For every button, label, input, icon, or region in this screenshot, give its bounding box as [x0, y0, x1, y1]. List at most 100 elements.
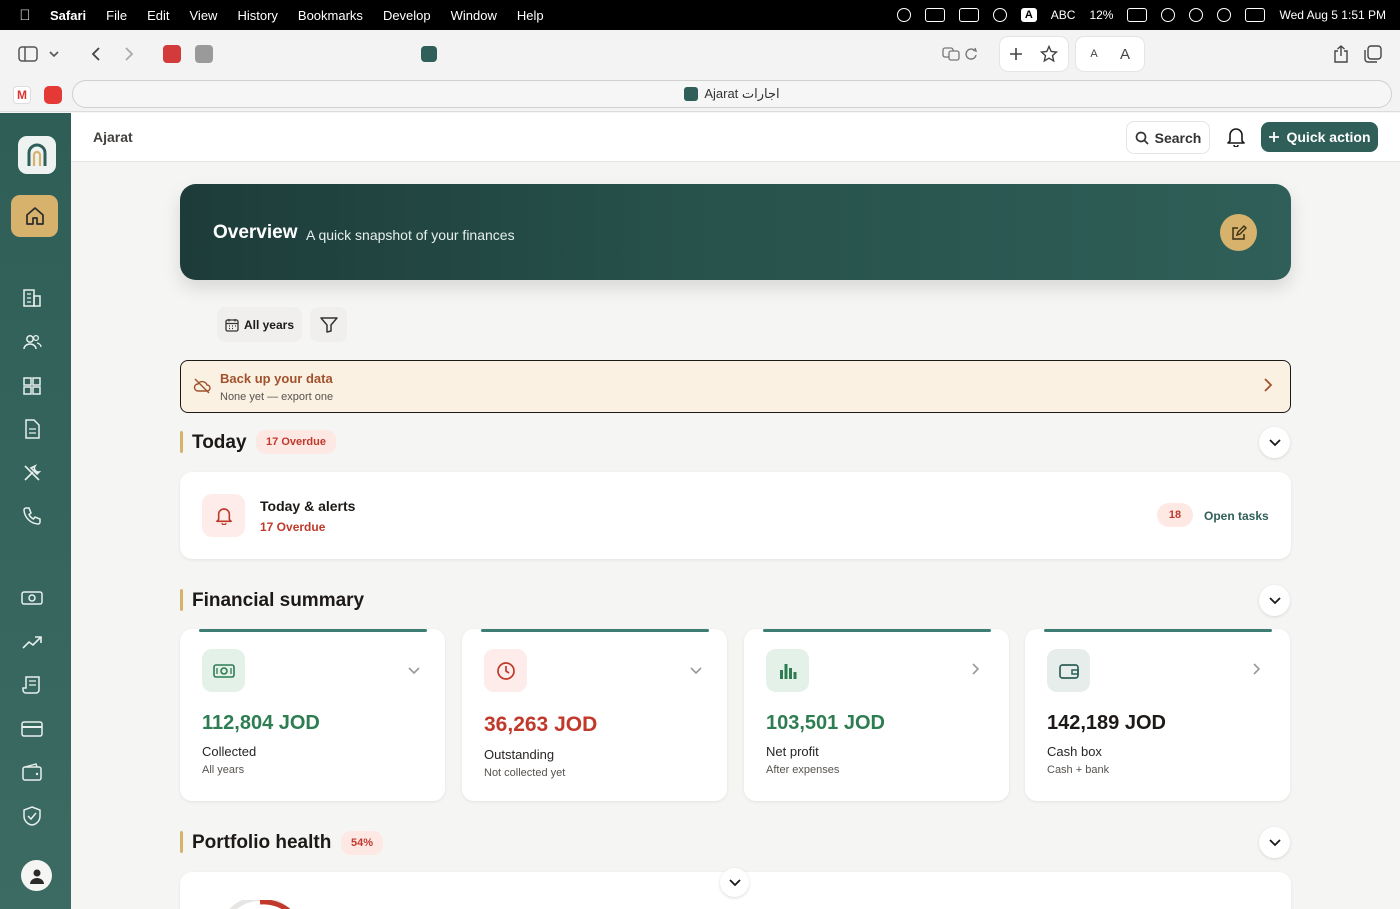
- trending-up-icon[interactable]: [21, 631, 43, 653]
- portfolio-section-title: Portfolio health: [192, 832, 332, 853]
- notifications-button[interactable]: [1224, 125, 1248, 149]
- menu-view[interactable]: View: [190, 8, 218, 23]
- year-filter-label: All years: [243, 317, 295, 332]
- chevron-down-icon: [1268, 438, 1281, 446]
- outstanding-card[interactable]: 36,263 JOD Outstanding Not collected yet: [462, 629, 727, 801]
- chevron-right-icon[interactable]: [972, 662, 980, 680]
- user-icon: [29, 869, 44, 884]
- chevron-down-icon: [1268, 596, 1281, 604]
- document-icon[interactable]: [21, 418, 43, 440]
- phone-icon[interactable]: [21, 505, 43, 527]
- open-tasks-link[interactable]: Open tasks: [1204, 509, 1269, 523]
- battery-percent[interactable]: 12%: [1089, 8, 1113, 22]
- control-center-icon[interactable]: [1245, 8, 1266, 22]
- translate-icon[interactable]: [940, 44, 962, 64]
- share-icon[interactable]: [1330, 44, 1352, 64]
- today-collapse-button[interactable]: [1259, 427, 1290, 458]
- menu-bookmarks[interactable]: Bookmarks: [298, 8, 363, 23]
- input-source-label[interactable]: ABC: [1051, 8, 1076, 22]
- nav-home[interactable]: [11, 195, 58, 237]
- extension-grey-icon[interactable]: [195, 45, 213, 63]
- wallet-icon[interactable]: [21, 761, 43, 783]
- portfolio-collapse-button[interactable]: [1259, 827, 1290, 858]
- extension-red-icon[interactable]: [163, 45, 181, 63]
- wifi-icon[interactable]: [1161, 8, 1176, 22]
- chart-icon: [766, 649, 809, 692]
- clock-icon: [484, 649, 527, 692]
- backup-banner[interactable]: Back up your data None yet — export one: [180, 360, 1291, 413]
- macos-menubar:  Safari File Edit View History Bookmark…: [0, 0, 1400, 30]
- apple-menu-icon[interactable]: : [0, 7, 50, 24]
- overview-banner: Overview A quick snapshot of your financ…: [180, 184, 1291, 280]
- alerts-card[interactable]: Today & alerts 17 Overdue 18 Open tasks: [180, 472, 1291, 559]
- input-source-icon[interactable]: A: [1020, 8, 1037, 22]
- year-filter-button[interactable]: All years: [217, 307, 302, 342]
- cash-box-card[interactable]: 142,189 JOD Cash box Cash + bank: [1025, 629, 1290, 801]
- address-bar[interactable]: Ajarat اجارات: [72, 80, 1392, 108]
- app-header: Ajarat Search Quick action: [71, 113, 1400, 162]
- reload-icon[interactable]: [960, 44, 982, 64]
- sidebar-toggle-icon[interactable]: [17, 44, 39, 64]
- menu-help[interactable]: Help: [517, 8, 544, 23]
- gmail-icon[interactable]: M: [13, 86, 31, 104]
- cash-icon[interactable]: [21, 587, 43, 609]
- app-logo-icon[interactable]: [18, 136, 56, 174]
- tab-favicon-icon[interactable]: [421, 46, 437, 62]
- grid-icon[interactable]: [21, 375, 43, 397]
- financial-collapse-button[interactable]: [1259, 585, 1290, 616]
- outstanding-value: 36,263 JOD: [484, 713, 598, 736]
- text-smaller-button[interactable]: A: [1083, 44, 1105, 64]
- tenants-icon[interactable]: [21, 331, 43, 353]
- tabs-overview-icon[interactable]: [1362, 44, 1384, 64]
- quick-action-button[interactable]: Quick action: [1261, 122, 1378, 152]
- money-icon: [202, 649, 245, 692]
- display-icon[interactable]: [924, 8, 945, 22]
- forward-icon[interactable]: [118, 44, 140, 64]
- menu-develop[interactable]: Develop: [383, 8, 431, 23]
- today-section-title: Today: [192, 432, 247, 453]
- cash-box-label: Cash box: [1047, 744, 1102, 759]
- collected-value: 112,804 JOD: [202, 712, 320, 734]
- quick-action-label: Quick action: [1286, 129, 1371, 145]
- financial-section-title: Financial summary: [192, 590, 365, 611]
- youtube-icon[interactable]: [44, 86, 62, 104]
- text-larger-button[interactable]: A: [1114, 44, 1136, 64]
- search-button[interactable]: Search: [1126, 121, 1210, 154]
- airdrop-icon[interactable]: [992, 8, 1007, 22]
- edit-icon: [1231, 224, 1247, 240]
- cash-box-value: 142,189 JOD: [1047, 712, 1166, 734]
- app-brand[interactable]: Ajarat: [93, 129, 133, 145]
- menu-file[interactable]: File: [106, 8, 127, 23]
- new-tab-icon[interactable]: [1005, 44, 1027, 64]
- time-machine-icon[interactable]: [1189, 8, 1204, 22]
- chevron-down-icon[interactable]: [690, 662, 702, 680]
- wallet-icon: [1047, 649, 1090, 692]
- user-avatar[interactable]: [21, 860, 52, 891]
- battery-icon[interactable]: [1127, 8, 1148, 22]
- receipt-icon[interactable]: [21, 674, 43, 696]
- scroll-down-button[interactable]: [720, 868, 749, 897]
- filter-button[interactable]: [310, 307, 347, 342]
- cloud-status-icon[interactable]: [896, 8, 911, 22]
- net-profit-card[interactable]: 103,501 JOD Net profit After expenses: [744, 629, 1009, 801]
- credit-card-icon[interactable]: [21, 718, 43, 740]
- back-icon[interactable]: [85, 44, 107, 64]
- menu-window[interactable]: Window: [451, 8, 497, 23]
- menu-history[interactable]: History: [237, 8, 277, 23]
- chevron-down-icon: [1268, 838, 1281, 846]
- tools-icon[interactable]: [21, 462, 43, 484]
- shield-icon[interactable]: [21, 805, 43, 827]
- menu-app-name[interactable]: Safari: [50, 8, 86, 23]
- buildings-icon[interactable]: [21, 287, 43, 309]
- chevron-down-icon[interactable]: [408, 662, 420, 680]
- star-icon[interactable]: [1038, 44, 1060, 64]
- menubar-clock[interactable]: Wed Aug 5 1:51 PM: [1279, 8, 1386, 22]
- chevron-right-icon[interactable]: [1253, 662, 1261, 680]
- collected-card[interactable]: 112,804 JOD Collected All years: [180, 629, 445, 801]
- edit-dashboard-button[interactable]: [1220, 214, 1257, 251]
- keyboard-icon[interactable]: [958, 8, 979, 22]
- menu-edit[interactable]: Edit: [147, 8, 169, 23]
- chevron-down-icon[interactable]: [43, 44, 65, 64]
- alert-bell-icon: [202, 494, 245, 537]
- spotlight-icon[interactable]: [1217, 8, 1232, 22]
